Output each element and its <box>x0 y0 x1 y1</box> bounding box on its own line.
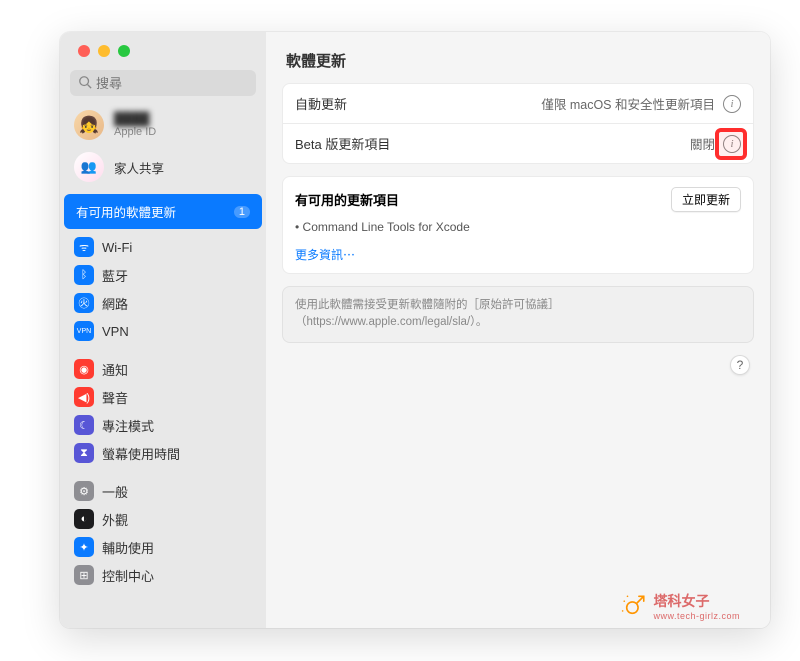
close-button[interactable] <box>78 45 90 57</box>
update-count-badge: 1 <box>234 206 250 218</box>
appear-icon: ◐ <box>74 509 94 529</box>
nav-label: 螢幕使用時間 <box>102 444 180 463</box>
beta-update-row[interactable]: Beta 版更新項目 關閉 i <box>283 123 753 163</box>
ctrl-icon: ⊞ <box>74 565 94 585</box>
nav-label: 網路 <box>102 294 128 313</box>
sidebar-item-sound[interactable]: ◀) 聲音 <box>64 383 262 411</box>
search-container <box>60 70 266 104</box>
nav-label: Wi-Fi <box>102 240 132 255</box>
watermark-icon <box>621 593 647 619</box>
more-info-link[interactable]: 更多資訊⋯ <box>295 242 741 263</box>
bt-icon: ᛒ <box>74 265 94 285</box>
available-updates-panel: 有可用的更新項目 立即更新 • Command Line Tools for X… <box>282 176 754 274</box>
sidebar-item-net[interactable]: ㊋網路 <box>64 289 262 317</box>
nav-label: 一般 <box>102 482 128 501</box>
minimize-button[interactable] <box>98 45 110 57</box>
settings-window: 👧 ████ Apple ID 👥 家人共享 有可用的軟體更新 1 ᯤ Wi-Fi… <box>60 32 770 628</box>
family-label: 家人共享 <box>114 158 164 177</box>
apple-id-row[interactable]: 👧 ████ Apple ID <box>60 104 266 146</box>
sidebar-item-bt[interactable]: ᛒ 藍牙 <box>64 261 262 289</box>
net-icon: ㊋ <box>74 293 94 313</box>
update-now-button[interactable]: 立即更新 <box>671 187 741 212</box>
nav-label: 外觀 <box>102 510 128 529</box>
notif-icon: ◉ <box>74 359 94 379</box>
screen-icon: ⧗ <box>74 443 94 463</box>
wifi-icon: ᯤ <box>74 237 94 257</box>
nav-label: 藍牙 <box>102 266 128 285</box>
sidebar: 👧 ████ Apple ID 👥 家人共享 有可用的軟體更新 1 ᯤ Wi-Fi… <box>60 32 266 628</box>
nav-label: 通知 <box>102 360 128 379</box>
nav-list: ᯤWi-Fiᛒ藍牙㊋網路VPNVPN◉通知◀)聲音☾專注模式⧗螢幕使用時間⚙一般… <box>60 229 266 628</box>
watermark: 塔科女子 www.tech-girlz.com <box>621 591 740 621</box>
sidebar-item-focus[interactable]: ☾ 專注模式 <box>64 411 262 439</box>
update-item: • Command Line Tools for Xcode <box>295 218 741 242</box>
sidebar-item-access[interactable]: ✦ 輔助使用 <box>64 533 262 561</box>
avatar: 👧 <box>74 110 104 140</box>
software-update-label: 有可用的軟體更新 <box>76 202 176 221</box>
sidebar-item-gen[interactable]: ⚙ 一般 <box>64 477 262 505</box>
sidebar-item-wifi[interactable]: ᯤ Wi-Fi <box>64 233 262 261</box>
beta-update-label: Beta 版更新項目 <box>295 134 390 153</box>
sound-icon: ◀) <box>74 387 94 407</box>
sidebar-item-ctrl[interactable]: ⊞ 控制中心 <box>64 561 262 589</box>
update-settings-panel: 自動更新 僅限 macOS 和安全性更新項目 i Beta 版更新項目 關閉 i <box>282 83 754 164</box>
family-icon: 👥 <box>74 152 104 182</box>
nav-label: 聲音 <box>102 388 128 407</box>
sidebar-item-screen[interactable]: ⧗ 螢幕使用時間 <box>64 439 262 467</box>
available-title: 有可用的更新項目 <box>295 190 399 209</box>
search-icon <box>78 75 92 94</box>
beta-update-value: 關閉 <box>690 134 715 153</box>
sidebar-item-vpn[interactable]: VPN VPN <box>64 317 262 345</box>
window-controls <box>60 32 266 70</box>
nav-label: 控制中心 <box>102 566 154 585</box>
auto-update-value: 僅限 macOS 和安全性更新項目 <box>541 94 715 113</box>
nav-label: 輔助使用 <box>102 538 154 557</box>
page-title: 軟體更新 <box>266 32 770 83</box>
nav-label: VPN <box>102 324 129 339</box>
nav-label: 專注模式 <box>102 416 154 435</box>
search-input[interactable] <box>70 70 256 96</box>
auto-update-row[interactable]: 自動更新 僅限 macOS 和安全性更新項目 i <box>283 84 753 123</box>
watermark-brand: 塔科女子 <box>653 591 740 611</box>
vpn-icon: VPN <box>74 321 94 341</box>
auto-update-label: 自動更新 <box>295 94 347 113</box>
focus-icon: ☾ <box>74 415 94 435</box>
watermark-url: www.tech-girlz.com <box>653 611 740 621</box>
family-sharing-row[interactable]: 👥 家人共享 <box>60 146 266 188</box>
maximize-button[interactable] <box>118 45 130 57</box>
account-sub: Apple ID <box>114 126 156 138</box>
sidebar-item-appear[interactable]: ◐ 外觀 <box>64 505 262 533</box>
access-icon: ✦ <box>74 537 94 557</box>
help-button[interactable]: ? <box>730 355 750 375</box>
info-icon[interactable]: i <box>723 135 741 153</box>
main-content: 軟體更新 自動更新 僅限 macOS 和安全性更新項目 i Beta 版更新項目… <box>266 32 770 628</box>
info-icon[interactable]: i <box>723 95 741 113</box>
sidebar-item-notif[interactable]: ◉ 通知 <box>64 355 262 383</box>
sidebar-item-software-update[interactable]: 有可用的軟體更新 1 <box>64 194 262 229</box>
gen-icon: ⚙ <box>74 481 94 501</box>
account-name: ████ <box>114 112 156 126</box>
license-text: 使用此軟體需接受更新軟體隨附的［原始許可協議］（https://www.appl… <box>282 286 754 343</box>
